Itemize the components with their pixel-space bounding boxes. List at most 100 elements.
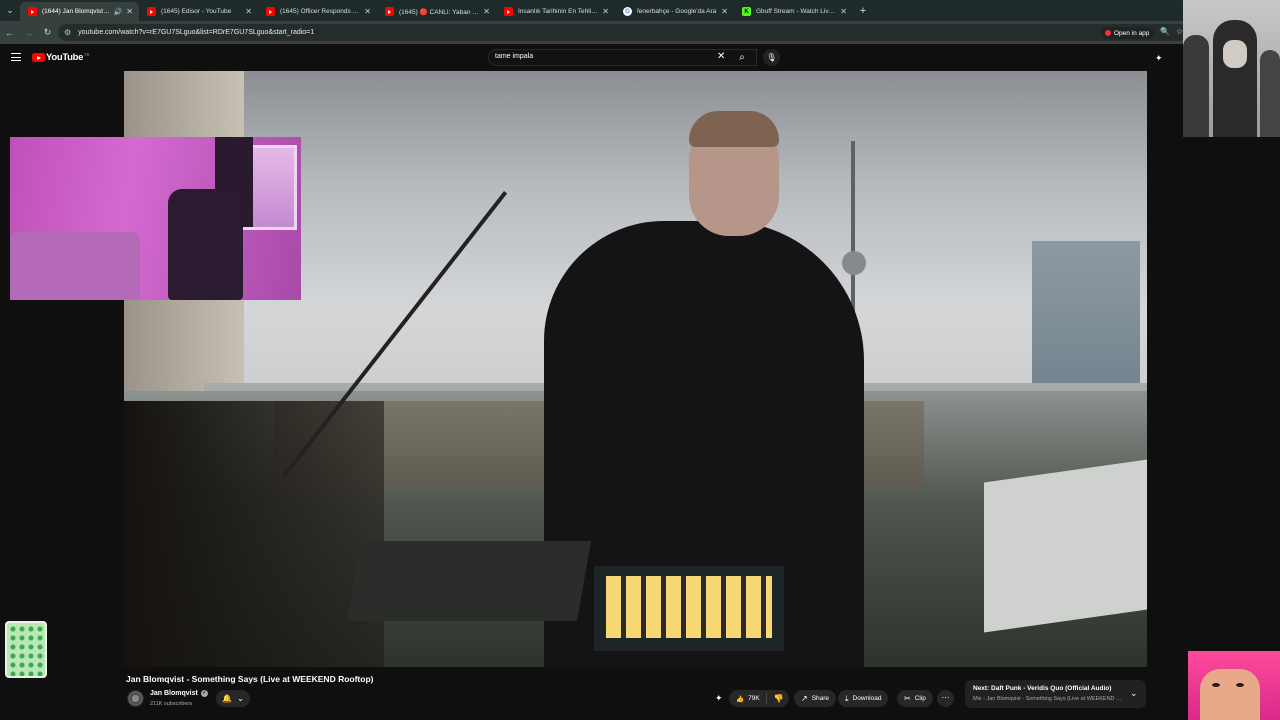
channel-avatar[interactable] — [127, 690, 144, 707]
new-tab-button[interactable]: + — [853, 5, 873, 17]
search-query: tame impala — [495, 53, 534, 60]
like-count: 79K — [748, 695, 760, 702]
share-button[interactable]: ↗ Share — [794, 690, 837, 707]
photo-face — [1223, 40, 1247, 68]
youtube-logo[interactable]: YouTube TR — [32, 52, 89, 63]
tab-title: Gbuff Stream - Watch Live on K — [756, 8, 836, 15]
browser-toolbar: ← → ↻ ⚙ youtube.com/watch?v=rE7GU7SLguo&… — [0, 21, 1280, 44]
webcam-overlay — [10, 137, 301, 300]
tab-title: (1645) Edisor - YouTube — [161, 8, 232, 15]
browser-tab-6[interactable]: G fenerbahçe - Google'da Ara ✕ — [615, 2, 734, 21]
up-next-card[interactable]: Next: Daft Punk - Veridis Quo (Official … — [965, 680, 1146, 708]
open-in-app-button[interactable]: Open in app — [1101, 27, 1155, 39]
cat-eye — [1236, 683, 1244, 687]
youtube-favicon-icon — [266, 7, 275, 16]
video-frame-audience — [124, 401, 384, 667]
cup-overlay — [5, 621, 47, 678]
download-label: Download — [852, 695, 882, 702]
video-frame-mixer — [346, 541, 592, 621]
menu-icon[interactable] — [11, 53, 21, 61]
ask-ai-icon[interactable]: ✦ — [715, 693, 723, 704]
url-text: youtube.com/watch?v=rE7GU7SLguo&list=RDr… — [78, 29, 315, 36]
close-tab-icon[interactable]: ✕ — [483, 7, 490, 16]
site-info-icon[interactable]: ⚙ — [64, 28, 71, 37]
photo-person — [1213, 20, 1257, 137]
kick-favicon-icon: K — [742, 7, 751, 16]
close-tab-icon[interactable]: ✕ — [721, 7, 728, 16]
video-title: Jan Blomqvist - Something Says (Live at … — [126, 674, 374, 684]
close-tab-icon[interactable]: ✕ — [840, 7, 847, 16]
webcam-bed — [10, 232, 140, 300]
youtube-favicon-icon — [504, 7, 513, 16]
download-button[interactable]: ⤓ Download — [838, 690, 889, 707]
tab-title: İnsanlık Tarihinin En Tehlikeli Ar — [518, 8, 598, 15]
search-icon[interactable]: ⌕ — [732, 49, 752, 66]
search-input[interactable]: tame impala ✕ — [488, 49, 757, 66]
forward-arrow-icon[interactable]: → — [19, 28, 38, 38]
tab-title: (1644) Jan Blomqvist - Som — [42, 8, 111, 15]
tab-title: fenerbahçe - Google'da Ara — [637, 8, 717, 15]
subscriber-count: 211K subscribers — [150, 701, 193, 707]
close-tab-icon[interactable]: ✕ — [126, 7, 133, 16]
youtube-favicon-icon — [147, 7, 156, 16]
share-label: Share — [811, 695, 830, 702]
tab-search-dropdown-icon[interactable]: ⌄ — [0, 0, 20, 21]
thumbs-down-icon: 👎 — [773, 694, 784, 703]
youtube-favicon-icon — [28, 7, 37, 16]
cat-body — [1200, 669, 1260, 720]
screen: ⌄ (1644) Jan Blomqvist - Som 🔊 ✕ (1645) … — [0, 0, 1280, 720]
video-frame-tv-tower-sphere — [842, 251, 866, 275]
video-frame-performer-hair — [689, 111, 779, 147]
channel-name-row[interactable]: Jan Blomqvist ✓ — [150, 690, 208, 697]
bell-icon: 🔔 — [222, 694, 233, 703]
like-dislike-group: 👍 79K 👎 — [729, 690, 789, 707]
microphone-icon[interactable]: 🎙 — [763, 49, 780, 66]
clip-label: Clip — [914, 695, 926, 702]
clip-button[interactable]: ✂ Clip — [897, 690, 933, 707]
zoom-icon[interactable]: 🔍 — [1160, 27, 1170, 36]
close-tab-icon[interactable]: ✕ — [602, 7, 609, 16]
verified-icon: ✓ — [200, 690, 208, 697]
tab-title: (1645) 🔴 CANLI: Yaban Hayatı — [399, 8, 479, 16]
notification-bell-button[interactable]: 🔔 ⌄ — [216, 690, 250, 707]
more-actions-icon[interactable]: ⋯ — [937, 690, 954, 707]
speaker-icon[interactable]: 🔊 — [114, 8, 123, 16]
chevron-down-icon: ⌄ — [237, 694, 244, 703]
close-tab-icon[interactable]: ✕ — [364, 7, 371, 16]
address-bar[interactable]: ⚙ youtube.com/watch?v=rE7GU7SLguo&list=R… — [58, 24, 1188, 41]
like-button[interactable]: 👍 79K — [729, 693, 767, 704]
thumbs-up-icon: 👍 — [736, 695, 745, 703]
video-frame-launchpad-buttons — [606, 576, 772, 638]
up-next-subtitle: Mix - Jan Blomqvist - Something Says (Li… — [973, 696, 1123, 702]
chevron-down-icon[interactable]: ⌄ — [1130, 688, 1138, 699]
share-icon: ↗ — [801, 694, 808, 703]
youtube-masthead: YouTube TR tame impala ✕ ⌕ 🎙 ✦ — [0, 44, 1280, 71]
browser-tab-4[interactable]: (1645) 🔴 CANLI: Yaban Hayatı ✕ — [377, 2, 496, 21]
dislike-button[interactable]: 👎 — [767, 694, 791, 703]
back-arrow-icon[interactable]: ← — [0, 28, 19, 38]
scissors-icon: ✂ — [904, 694, 911, 703]
up-next-title: Next: Daft Punk - Veridis Quo (Official … — [973, 685, 1112, 692]
cat-eye — [1212, 683, 1220, 687]
browser-tab-2[interactable]: (1645) Edisor - YouTube ✕ — [139, 2, 258, 21]
video-frame-laptop — [984, 459, 1147, 633]
create-icon[interactable]: ✦ — [1155, 53, 1163, 64]
webcam-chair — [168, 189, 243, 300]
clear-search-icon[interactable]: ✕ — [717, 51, 725, 62]
youtube-favicon-icon — [385, 7, 394, 16]
browser-tab-3[interactable]: (1645) Officer Responds to 'Ma ✕ — [258, 2, 377, 21]
cat-overlay — [1188, 651, 1280, 720]
download-icon: ⤓ — [845, 693, 849, 703]
browser-tab-5[interactable]: İnsanlık Tarihinin En Tehlikeli Ar ✕ — [496, 2, 615, 21]
logo-country: TR — [84, 52, 90, 57]
browser-tab-1[interactable]: (1644) Jan Blomqvist - Som 🔊 ✕ — [20, 2, 139, 21]
close-tab-icon[interactable]: ✕ — [245, 7, 252, 16]
google-favicon-icon: G — [623, 7, 632, 16]
tab-title: (1645) Officer Responds to 'Ma — [280, 8, 360, 15]
reload-icon[interactable]: ↻ — [38, 27, 57, 38]
photo-overlay — [1183, 0, 1280, 137]
browser-tab-strip: ⌄ (1644) Jan Blomqvist - Som 🔊 ✕ (1645) … — [0, 0, 1280, 21]
photo-person — [1260, 50, 1280, 137]
logo-text: YouTube — [46, 52, 84, 63]
browser-tab-7[interactable]: K Gbuff Stream - Watch Live on K ✕ — [734, 2, 853, 21]
